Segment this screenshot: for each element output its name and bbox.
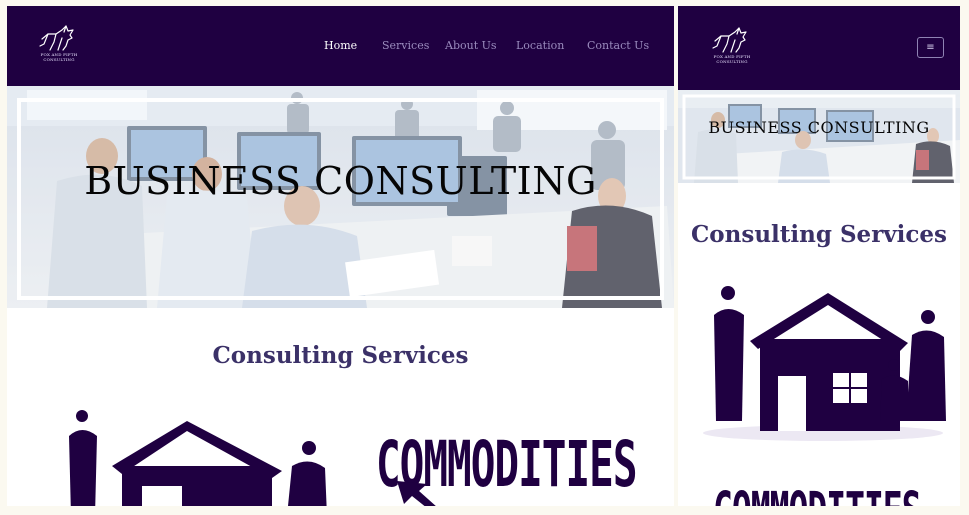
arrow-icon	[397, 481, 436, 506]
logo[interactable]: FOX AND FIFTH CONSULTING	[35, 24, 83, 62]
hamburger-icon: ≡	[926, 41, 935, 53]
fox-logo-icon	[39, 25, 74, 51]
nav-about-us[interactable]: About Us	[445, 39, 497, 52]
logo-caption-sub: CONSULTING	[43, 57, 75, 62]
mobile-hero-banner: BUSINESS CONSULTING	[678, 90, 960, 183]
logo-caption-sub: CONSULTING	[716, 59, 748, 64]
mobile-preview: FOX AND FIFTH CONSULTING ≡ BUSINESS CONS…	[678, 6, 960, 506]
section-heading: Consulting Services	[691, 221, 947, 248]
desktop-preview: FOX AND FIFTH CONSULTING Home Services A…	[7, 6, 674, 506]
fox-logo-icon	[712, 27, 747, 53]
hero-title: BUSINESS CONSULTING	[708, 118, 930, 137]
section-heading: Consulting Services	[212, 342, 469, 369]
commodities-label: COMMODITIES	[713, 480, 922, 506]
family-house-illustration	[698, 281, 948, 451]
mobile-logo[interactable]: FOX AND FIFTH CONSULTING	[708, 26, 756, 64]
nav-location[interactable]: Location	[516, 39, 564, 52]
navbar: FOX AND FIFTH CONSULTING Home Services A…	[7, 6, 674, 86]
mobile-navbar: FOX AND FIFTH CONSULTING ≡	[678, 6, 960, 90]
nav-services[interactable]: Services	[382, 39, 429, 52]
family-house-illustration	[57, 406, 347, 506]
hero-banner: BUSINESS CONSULTING	[7, 86, 674, 308]
menu-toggle-button[interactable]: ≡	[917, 37, 944, 58]
hero-title: BUSINESS CONSULTING	[84, 159, 597, 203]
nav-contact-us[interactable]: Contact Us	[587, 39, 649, 52]
nav-home[interactable]: Home	[324, 39, 357, 52]
